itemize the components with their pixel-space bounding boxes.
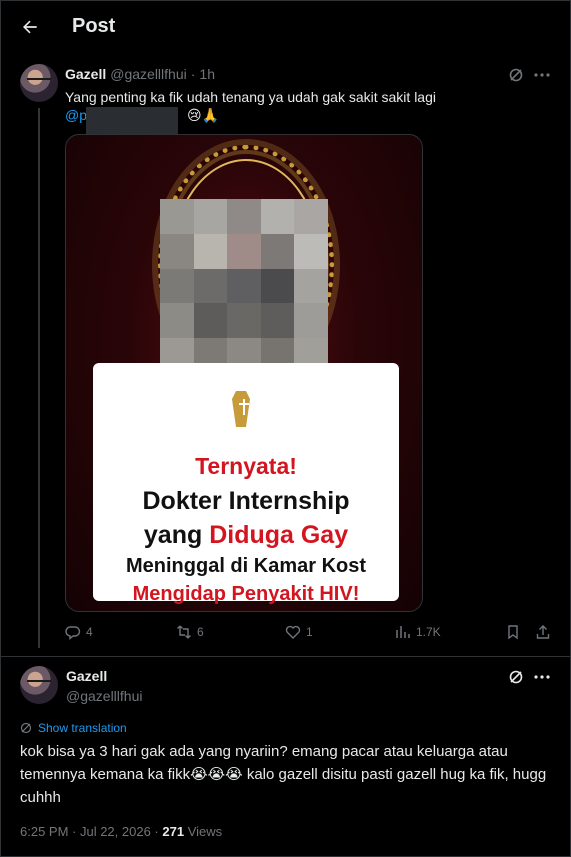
reply-views-label: Views [187, 824, 223, 839]
share-button[interactable] [535, 624, 551, 640]
tweet-media-image[interactable]: Ternyata! Dokter Internship yang Diduga … [65, 134, 423, 612]
thread-connector-line [38, 108, 40, 648]
meta-separator: · [190, 66, 196, 82]
avatar[interactable] [20, 666, 58, 704]
reply-timestamp[interactable]: 6:25 PM · Jul 22, 2026 · [20, 824, 159, 839]
headline-line-4: Meninggal di Kamar Kost [125, 555, 367, 577]
page-title: Post [72, 15, 116, 37]
translate-icon [20, 722, 32, 734]
repost-icon [177, 625, 191, 639]
arrow-left-icon[interactable] [16, 13, 44, 41]
pixelated-photo [160, 199, 328, 373]
bookmark-button[interactable] [505, 624, 521, 640]
headline-line-3: yang Diduga Gay [93, 521, 399, 550]
bookmark-icon [508, 625, 518, 640]
show-translation-link[interactable]: Show translation [20, 721, 127, 735]
heart-icon [285, 625, 301, 639]
more-options-icon[interactable] [532, 64, 552, 86]
reply-button[interactable]: 4 [65, 624, 93, 640]
reply-views-count: 271 [162, 824, 185, 839]
share-icon [536, 625, 550, 639]
reply-text: kok bisa ya 3 hari gak ada yang nyariin?… [20, 743, 547, 806]
repost-button[interactable]: 6 [176, 624, 204, 640]
headline-line-1: Ternyata! [195, 453, 297, 479]
reply-display-name[interactable]: Gazell [66, 668, 142, 684]
reply-handle[interactable]: @gazelllfhui [66, 688, 142, 704]
tweet-author-row: Gazell @gazelllfhui · 1h [65, 66, 215, 82]
views-button[interactable]: 1.7K [395, 624, 441, 640]
mention-link[interactable]: @p [65, 107, 87, 123]
headline-card: Ternyata! Dokter Internship yang Diduga … [93, 363, 399, 605]
reply-author-block: Gazell @gazelllfhui [66, 668, 142, 704]
repost-count: 6 [197, 625, 204, 639]
reply-icon [65, 626, 81, 640]
grok-icon[interactable] [505, 666, 527, 688]
coffin-crescent-icon [232, 391, 264, 427]
author-display-name[interactable]: Gazell [65, 66, 106, 82]
tweet-body: Yang penting ka fik udah tenang ya udah … [65, 89, 436, 105]
like-count: 1 [306, 625, 313, 639]
headline-line-2: Dokter Internship [142, 487, 350, 515]
avatar[interactable] [20, 64, 58, 102]
view-count: 1.7K [416, 625, 441, 639]
section-divider [0, 656, 571, 657]
tweet-actions: 4 6 1 1.7K [65, 624, 551, 644]
like-button[interactable]: 1 [285, 624, 313, 640]
more-options-icon[interactable] [532, 666, 552, 688]
reply-count: 4 [86, 625, 93, 639]
emoji: 😢🙏 [187, 107, 220, 123]
tweet-time[interactable]: 1h [199, 66, 215, 82]
headline-line-5: Mengidap Penyakit HIV! [132, 583, 360, 605]
grok-icon[interactable] [505, 64, 527, 86]
post-header: Post [0, 0, 571, 54]
reply-meta: 6:25 PM · Jul 22, 2026 · 271 Views [20, 824, 222, 839]
author-handle[interactable]: @gazelllfhui [110, 66, 186, 82]
headline-line-3-prefix: yang [143, 521, 210, 549]
headline-line-3-red: Diduga Gay [209, 521, 349, 549]
show-translation-label: Show translation [38, 721, 127, 735]
views-chart-icon [396, 626, 410, 638]
